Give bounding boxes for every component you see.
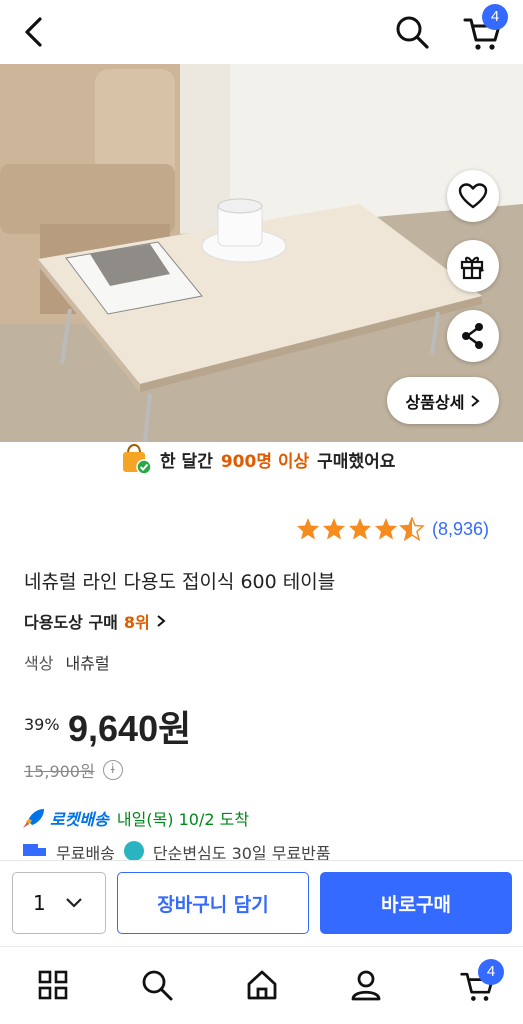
category-rank-label: 다용도상 구매 [24, 613, 118, 632]
cart-button[interactable]: 4 [462, 4, 508, 52]
gift-icon [460, 256, 484, 280]
search-icon [142, 970, 173, 1001]
back-button[interactable] [18, 14, 52, 50]
sale-price: 9,640원 [68, 708, 192, 749]
option-row: 색상 내츄럴 [24, 650, 110, 674]
home-icon [247, 970, 277, 1000]
rocket-delivery-label: 로켓배송 [50, 810, 109, 829]
search-button[interactable] [392, 12, 432, 52]
purchase-prefix: 한 달간 [160, 451, 213, 472]
quantity-value: 1 [33, 891, 46, 915]
quantity-select[interactable]: 1 [12, 872, 106, 934]
nav-my-account[interactable] [344, 965, 388, 1005]
shipping-return-info: 무료배송 단순변심도 30일 무료반품 [22, 840, 331, 860]
product-title: 네츄럴 라인 다용도 접이식 600 테이블 [24, 571, 336, 593]
nav-categories[interactable] [31, 965, 75, 1005]
truck-icon [23, 844, 46, 856]
share-icon [462, 323, 483, 349]
product-detail-label: 상품상세 [405, 392, 465, 412]
purchase-count-banner: 한 달간 900명 이상 구매했어요 [120, 442, 395, 476]
original-price: 15,900원 [24, 762, 95, 781]
delivery-eta: 내일(목) 10/2 도착 [116, 810, 250, 829]
shopping-bag-icon [123, 443, 152, 475]
share-button[interactable] [447, 310, 499, 362]
nav-home[interactable] [240, 965, 284, 1005]
chevron-right-icon [471, 394, 480, 407]
category-rank-value: 8위 [123, 613, 150, 632]
free-return-label: 단순변심도 30일 무료반품 [152, 844, 331, 860]
bottom-navigation: 4 [0, 946, 523, 1024]
buy-now-button[interactable]: 바로구매 [320, 872, 512, 934]
add-to-cart-button[interactable]: 장바구니 담기 [117, 872, 309, 934]
discount-rate: 39% [24, 715, 60, 734]
star-rating-icon [297, 517, 424, 541]
heart-icon [458, 183, 488, 209]
wishlist-button[interactable] [447, 170, 499, 222]
return-icon [123, 841, 144, 860]
rating-summary[interactable]: (8,936) [296, 517, 489, 541]
nav-cart[interactable]: 4 [455, 959, 504, 1005]
top-bar: 4 [0, 0, 523, 64]
info-icon[interactable]: i [102, 760, 123, 780]
purchase-highlight: 900명 이상 [220, 451, 310, 472]
nav-cart-count-badge: 4 [478, 959, 504, 985]
gift-button[interactable] [447, 240, 499, 292]
rocket-icon [23, 809, 44, 828]
search-icon [396, 16, 429, 49]
review-count[interactable]: (8,936) [432, 519, 489, 540]
chevron-down-icon [66, 898, 82, 908]
option-label: 색상 [24, 654, 54, 673]
chevron-right-icon [157, 615, 166, 627]
user-icon [351, 970, 381, 1001]
original-price-row: 15,900원 i [24, 758, 123, 782]
delivery-info: 로켓배송 내일(목) 10/2 도착 [22, 806, 249, 830]
nav-search[interactable] [135, 965, 179, 1005]
grid-icon [38, 970, 68, 1000]
cart-count-badge: 4 [482, 4, 508, 30]
purchase-suffix: 구매했어요 [317, 451, 396, 472]
chevron-left-icon [25, 17, 42, 47]
category-rank-link[interactable]: 다용도상 구매 8위 [24, 609, 166, 633]
product-detail-button[interactable]: 상품상세 [387, 377, 499, 424]
free-shipping-label: 무료배송 [56, 844, 115, 860]
option-value: 내츄럴 [65, 654, 110, 673]
purchase-action-bar: 1 장바구니 담기 바로구매 [0, 860, 523, 946]
